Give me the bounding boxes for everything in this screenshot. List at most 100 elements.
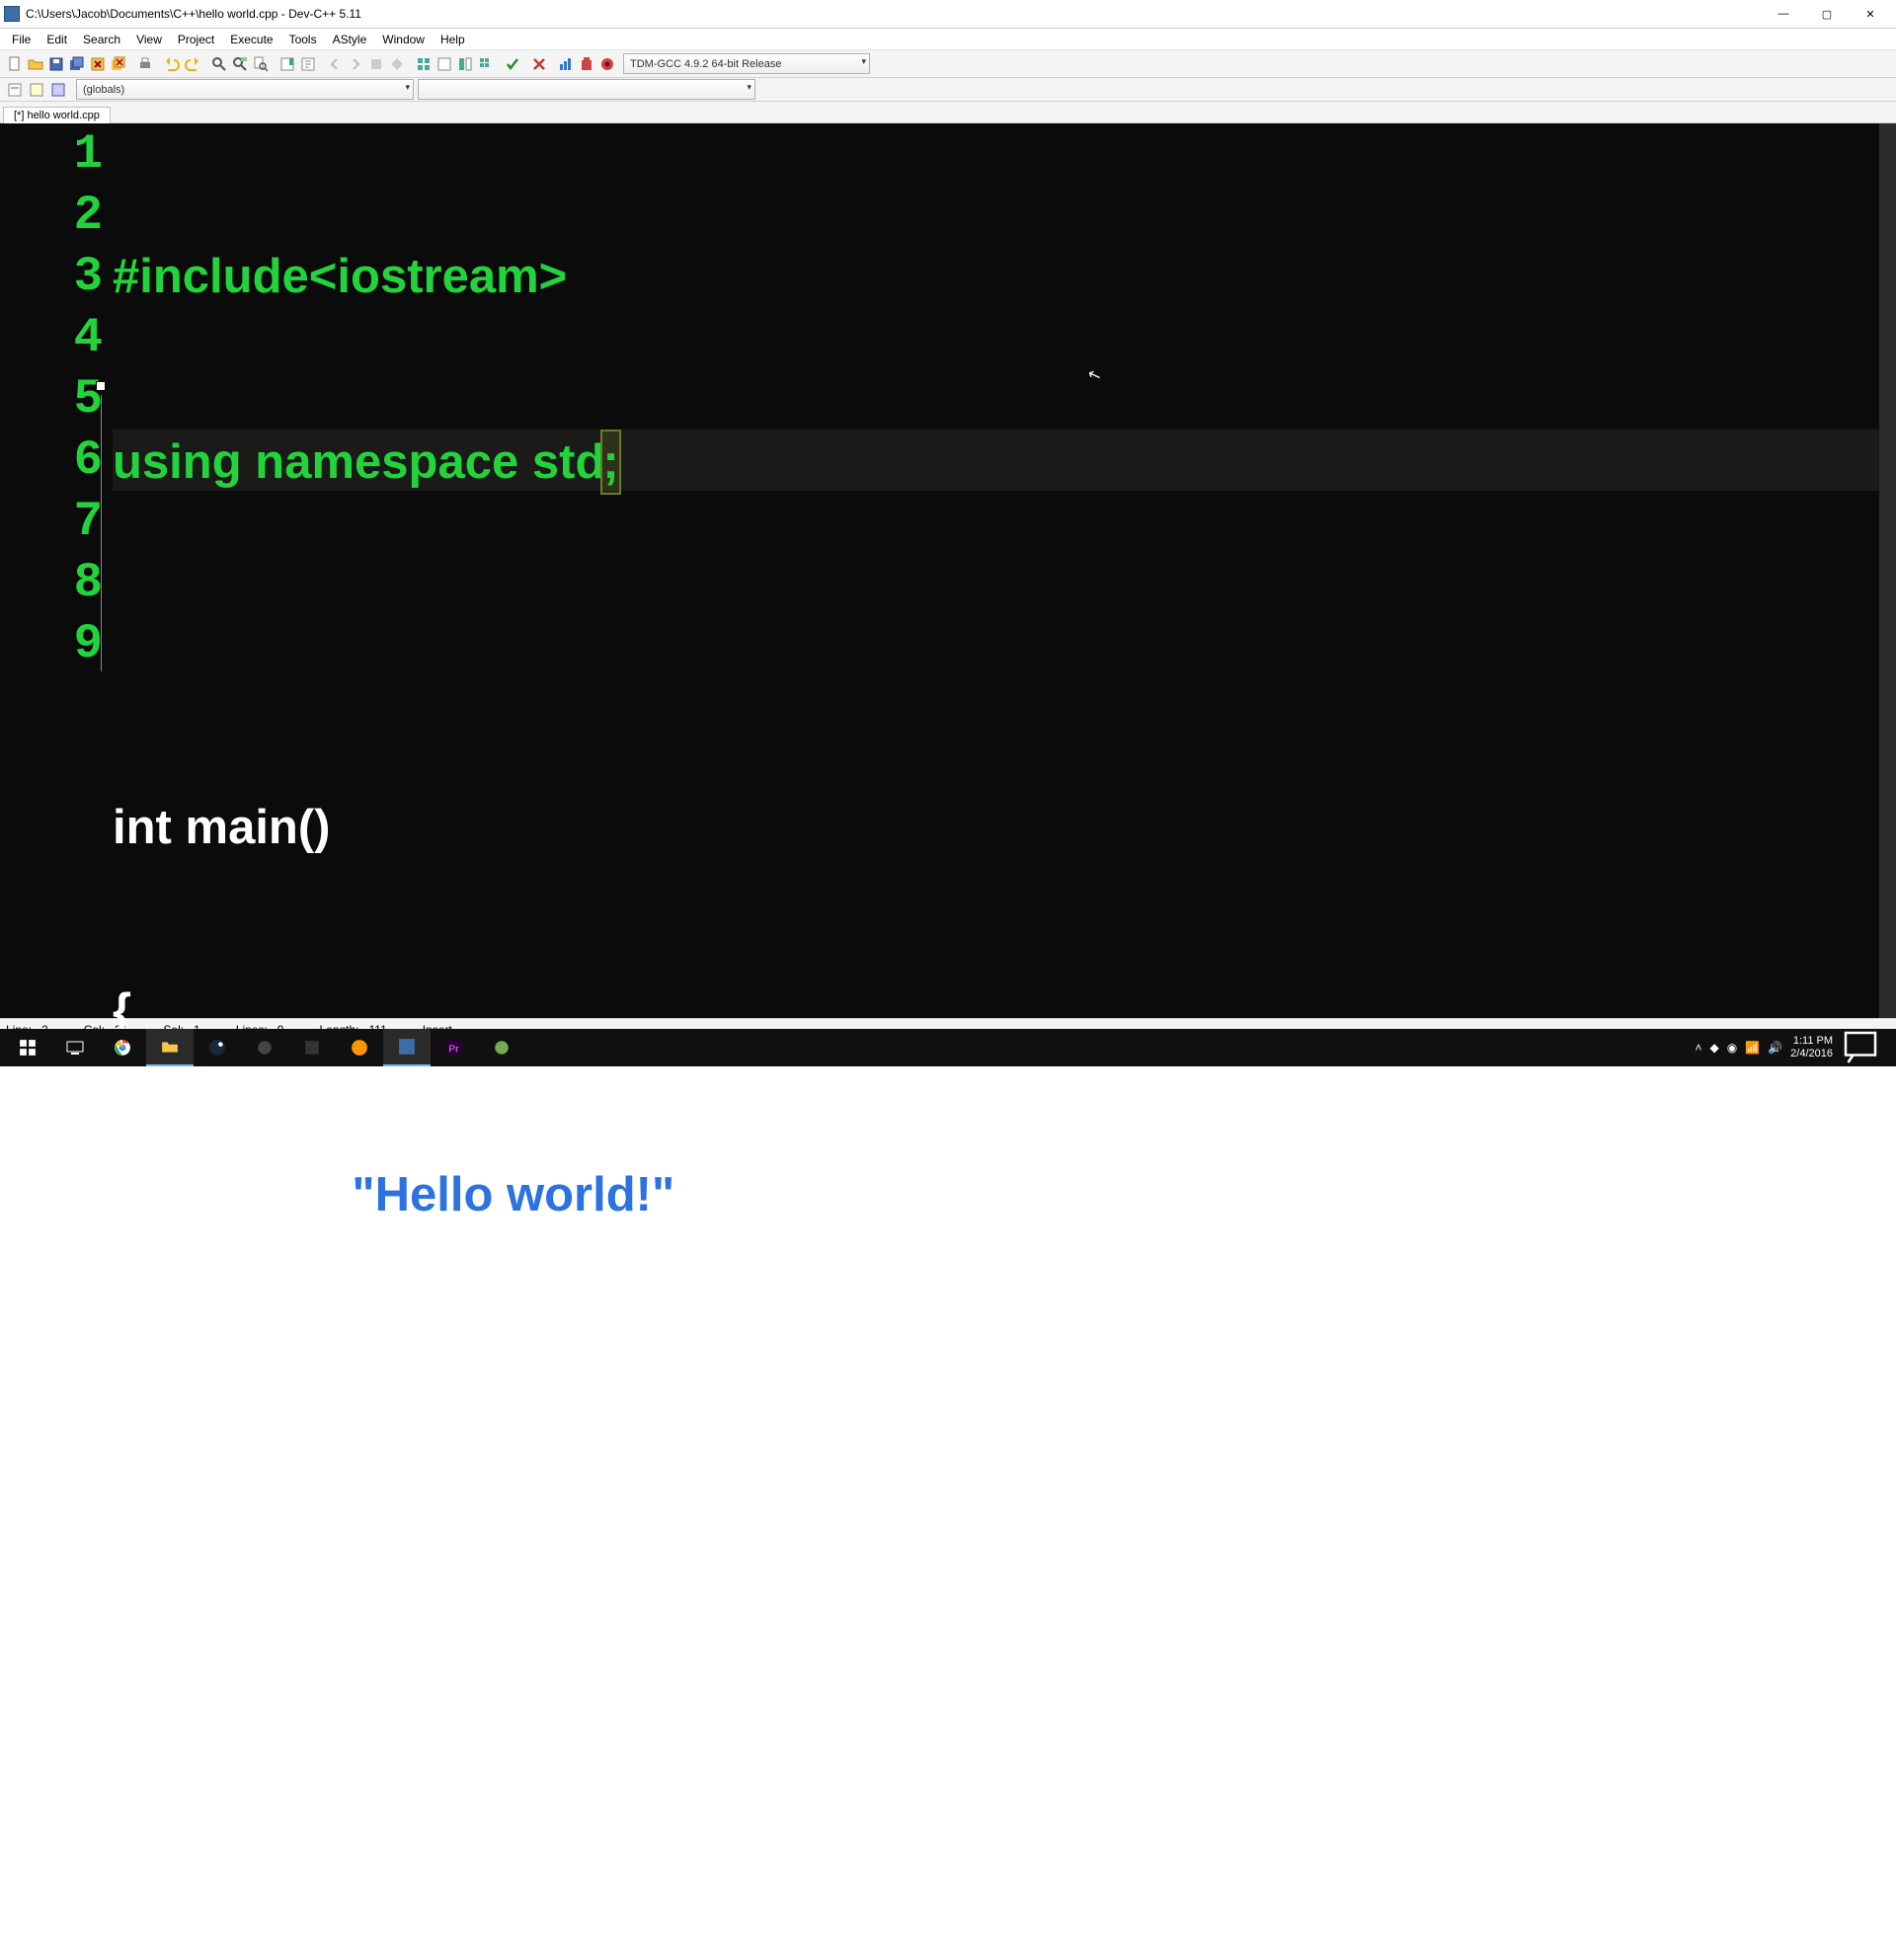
code-token: <iostream> <box>309 250 568 303</box>
tray-app-icon[interactable]: ◆ <box>1710 1041 1719 1055</box>
taskbar-devcpp-icon[interactable] <box>383 1029 431 1066</box>
code-area[interactable]: #include<iostream> using namespace std; … <box>113 123 1896 1018</box>
profile-icon[interactable] <box>555 53 576 74</box>
member-select[interactable] <box>418 79 755 100</box>
menu-tools[interactable]: Tools <box>281 31 325 48</box>
save-file-icon[interactable] <box>45 53 66 74</box>
undo-icon[interactable] <box>161 53 182 74</box>
compile-icon[interactable] <box>413 53 434 74</box>
menu-help[interactable]: Help <box>433 31 473 48</box>
syntax-check-icon[interactable] <box>502 53 522 74</box>
menu-execute[interactable]: Execute <box>222 31 280 48</box>
replace-icon[interactable] <box>229 53 250 74</box>
code-token: main() <box>186 801 331 854</box>
line-number: 3 <box>0 246 105 307</box>
taskbar-app-icon[interactable] <box>241 1029 288 1066</box>
compile-run-icon[interactable] <box>454 53 475 74</box>
main-toolbar: TDM-GCC 4.9.2 64-bit Release <box>0 50 1896 78</box>
taskbar-app-icon[interactable] <box>288 1029 336 1066</box>
vertical-scrollbar[interactable] <box>1879 123 1896 1018</box>
toggle-bookmark-icon[interactable] <box>276 53 297 74</box>
find-icon[interactable] <box>208 53 229 74</box>
back-icon[interactable] <box>324 53 345 74</box>
find-in-files-icon[interactable] <box>250 53 271 74</box>
tab-hello-world[interactable]: [*] hello world.cpp <box>3 107 111 123</box>
forward-icon[interactable] <box>345 53 365 74</box>
goto-func-icon[interactable] <box>4 79 25 100</box>
close-all-icon[interactable] <box>108 53 128 74</box>
windows-taskbar: Pr ˄ ◆ ◉ 📶 🔊 1:11 PM 2/4/2016 <box>0 1029 1896 1066</box>
code-token: cout <box>113 1168 282 1221</box>
menu-edit[interactable]: Edit <box>39 31 75 48</box>
taskview-button[interactable] <box>51 1029 99 1066</box>
new-file-icon[interactable] <box>4 53 25 74</box>
code-token: using <box>113 435 242 489</box>
line-number: 6 <box>0 430 105 491</box>
debug-icon[interactable] <box>386 53 407 74</box>
menu-astyle[interactable]: AStyle <box>325 31 375 48</box>
code-token: "Hello world!" <box>339 1168 688 1221</box>
tray-up-icon[interactable]: ˄ <box>1696 1041 1702 1055</box>
minimize-button[interactable]: — <box>1762 1 1805 27</box>
code-token: << <box>688 1168 745 1221</box>
tab-strip: [*] hello world.cpp <box>0 102 1896 123</box>
tray-volume-icon[interactable]: 🔊 <box>1768 1041 1782 1055</box>
taskbar-firefox-icon[interactable] <box>336 1029 383 1066</box>
class-browser-icon[interactable] <box>26 79 46 100</box>
rebuild-icon[interactable] <box>475 53 496 74</box>
app-icon <box>4 6 20 22</box>
clock-time: 1:11 PM <box>1790 1035 1833 1048</box>
goto-bookmark-icon[interactable] <box>297 53 318 74</box>
compiler-select[interactable]: TDM-GCC 4.9.2 64-bit Release <box>623 53 870 74</box>
taskbar-steam-icon[interactable] <box>194 1029 241 1066</box>
line-number: 4 <box>0 307 105 368</box>
open-file-icon[interactable] <box>25 53 45 74</box>
mouse-cursor-icon: ↖ <box>1078 346 1112 408</box>
text-caret: ; <box>600 430 620 495</box>
menu-file[interactable]: File <box>4 31 39 48</box>
code-token: std <box>532 435 605 489</box>
line-number: 2 <box>0 185 105 246</box>
abort-icon[interactable] <box>528 53 549 74</box>
insert-icon[interactable] <box>47 79 68 100</box>
close-file-icon[interactable] <box>87 53 108 74</box>
taskbar-chrome-icon[interactable] <box>99 1029 146 1066</box>
taskbar-explorer-icon[interactable] <box>146 1029 194 1066</box>
compile-log-icon[interactable] <box>596 53 617 74</box>
menu-view[interactable]: View <box>128 31 170 48</box>
scope-select[interactable]: (globals) <box>76 79 414 100</box>
taskbar-premiere-icon[interactable]: Pr <box>431 1029 478 1066</box>
run-icon[interactable] <box>434 53 454 74</box>
fold-marker-icon[interactable] <box>96 381 106 391</box>
svg-text:Pr: Pr <box>448 1045 459 1056</box>
stop-icon[interactable] <box>365 53 386 74</box>
close-button[interactable]: ✕ <box>1849 1 1892 27</box>
taskbar-app-icon[interactable] <box>478 1029 525 1066</box>
menubar: File Edit Search View Project Execute To… <box>0 29 1896 50</box>
code-token: endl; <box>745 1168 874 1221</box>
tray-network-icon[interactable]: 📶 <box>1745 1041 1760 1055</box>
start-button[interactable] <box>4 1029 51 1066</box>
print-icon[interactable] <box>134 53 155 74</box>
code-token: return 0; <box>113 1535 362 1589</box>
line-number: 5 <box>0 368 105 430</box>
menu-search[interactable]: Search <box>75 31 128 48</box>
taskbar-clock[interactable]: 1:11 PM 2/4/2016 <box>1790 1035 1833 1060</box>
line-number: 9 <box>0 613 105 674</box>
debug-delete-icon[interactable] <box>576 53 596 74</box>
maximize-button[interactable]: ▢ <box>1805 1 1849 27</box>
save-all-icon[interactable] <box>66 53 87 74</box>
line-number: 1 <box>0 123 105 185</box>
code-token: int <box>113 801 172 854</box>
action-center-icon[interactable] <box>1841 1029 1880 1066</box>
menu-window[interactable]: Window <box>374 31 433 48</box>
code-token: << <box>282 1168 339 1221</box>
menu-project[interactable]: Project <box>170 31 222 48</box>
code-editor[interactable]: 1 2 3 4 5 6 7 8 9 #include<iostream> usi… <box>0 123 1896 1018</box>
clock-date: 2/4/2016 <box>1790 1048 1833 1060</box>
fold-line <box>101 395 102 671</box>
secondary-toolbar: (globals) <box>0 78 1896 102</box>
tray-steam-icon[interactable]: ◉ <box>1727 1041 1737 1055</box>
redo-icon[interactable] <box>182 53 202 74</box>
code-token: } <box>113 1719 131 1772</box>
